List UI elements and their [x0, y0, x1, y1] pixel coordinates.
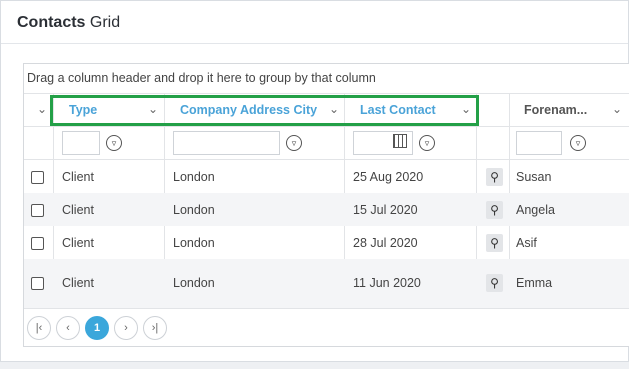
cell-city: London [173, 236, 215, 250]
filter-icon[interactable]: ▿ [286, 135, 302, 151]
cell-type: Client [62, 170, 94, 184]
cell-last-contact: 11 Jun 2020 [353, 276, 421, 290]
column-header-city-label[interactable]: Company Address City [180, 103, 317, 117]
row-checkbox[interactable] [31, 171, 44, 184]
cell-forename: Angela [516, 203, 555, 217]
cell-city: London [173, 276, 215, 290]
calendar-icon[interactable] [393, 134, 407, 148]
pager: |‹ ‹ 1 › ›| [24, 308, 629, 346]
filter-row: ▿ ▿ ▿ ▿ [24, 127, 629, 160]
table-row[interactable]: Client London 11 Jun 2020 ⚲ Emma [24, 259, 629, 308]
table-row[interactable]: Client London 28 Jul 2020 ⚲ Asif [24, 226, 629, 259]
cell-type: Client [62, 236, 94, 250]
cell-city: London [173, 203, 215, 217]
group-hint-text: Drag a column header and drop it here to… [27, 71, 376, 85]
search-icon[interactable]: ⚲ [486, 234, 503, 252]
cell-type: Client [62, 203, 94, 217]
select-all-chevron-icon[interactable]: ⌄ [37, 102, 47, 116]
cell-forename: Emma [516, 276, 553, 290]
cell-last-contact: 15 Jul 2020 [353, 203, 418, 217]
group-drop-area[interactable]: Drag a column header and drop it here to… [24, 64, 629, 94]
page-button-current[interactable]: 1 [85, 316, 109, 340]
search-icon[interactable]: ⚲ [486, 274, 503, 292]
cell-last-contact: 25 Aug 2020 [353, 170, 424, 184]
contacts-grid: Drag a column header and drop it here to… [23, 63, 629, 347]
title-rest: Grid [85, 14, 121, 31]
chevron-down-icon[interactable]: ⌄ [461, 102, 471, 116]
search-icon[interactable]: ⚲ [486, 201, 503, 219]
column-header-forename-label[interactable]: Forenam... [524, 103, 587, 117]
row-checkbox[interactable] [31, 237, 44, 250]
contacts-panel: Contacts Grid Drag a column header and d… [0, 0, 629, 362]
cell-forename: Asif [516, 236, 537, 250]
last-page-icon[interactable]: ›| [143, 316, 167, 340]
cell-forename: Susan [516, 170, 552, 184]
filter-icon[interactable]: ▿ [570, 135, 586, 151]
row-checkbox[interactable] [31, 277, 44, 290]
table-row[interactable]: Client London 15 Jul 2020 ⚲ Angela [24, 193, 629, 226]
next-page-icon[interactable]: › [114, 316, 138, 340]
panel-header: Contacts Grid [1, 1, 628, 44]
cell-city: London [173, 170, 215, 184]
prev-page-icon[interactable]: ‹ [56, 316, 80, 340]
table-row[interactable]: Client London 25 Aug 2020 ⚲ Susan [24, 160, 629, 193]
forename-filter-input[interactable] [516, 131, 562, 155]
search-icon[interactable]: ⚲ [486, 168, 503, 186]
row-checkbox[interactable] [31, 204, 44, 217]
chevron-down-icon[interactable]: ⌄ [148, 102, 158, 116]
column-header-last-contact-label[interactable]: Last Contact [360, 103, 436, 117]
filter-icon[interactable]: ▿ [106, 135, 122, 151]
column-header-type-label[interactable]: Type [69, 103, 97, 117]
title-bold: Contacts [17, 14, 86, 31]
header-row: ⌄ Type ⌄ Company Address City ⌄ Last Con… [24, 94, 629, 127]
chevron-down-icon[interactable]: ⌄ [329, 102, 339, 116]
chevron-down-icon[interactable]: ⌄ [612, 102, 622, 116]
city-filter-input[interactable] [173, 131, 280, 155]
page-title: Contacts Grid [17, 14, 120, 32]
filter-icon[interactable]: ▿ [419, 135, 435, 151]
cell-type: Client [62, 276, 94, 290]
first-page-icon[interactable]: |‹ [27, 316, 51, 340]
type-filter-input[interactable] [62, 131, 100, 155]
cell-last-contact: 28 Jul 2020 [353, 236, 418, 250]
